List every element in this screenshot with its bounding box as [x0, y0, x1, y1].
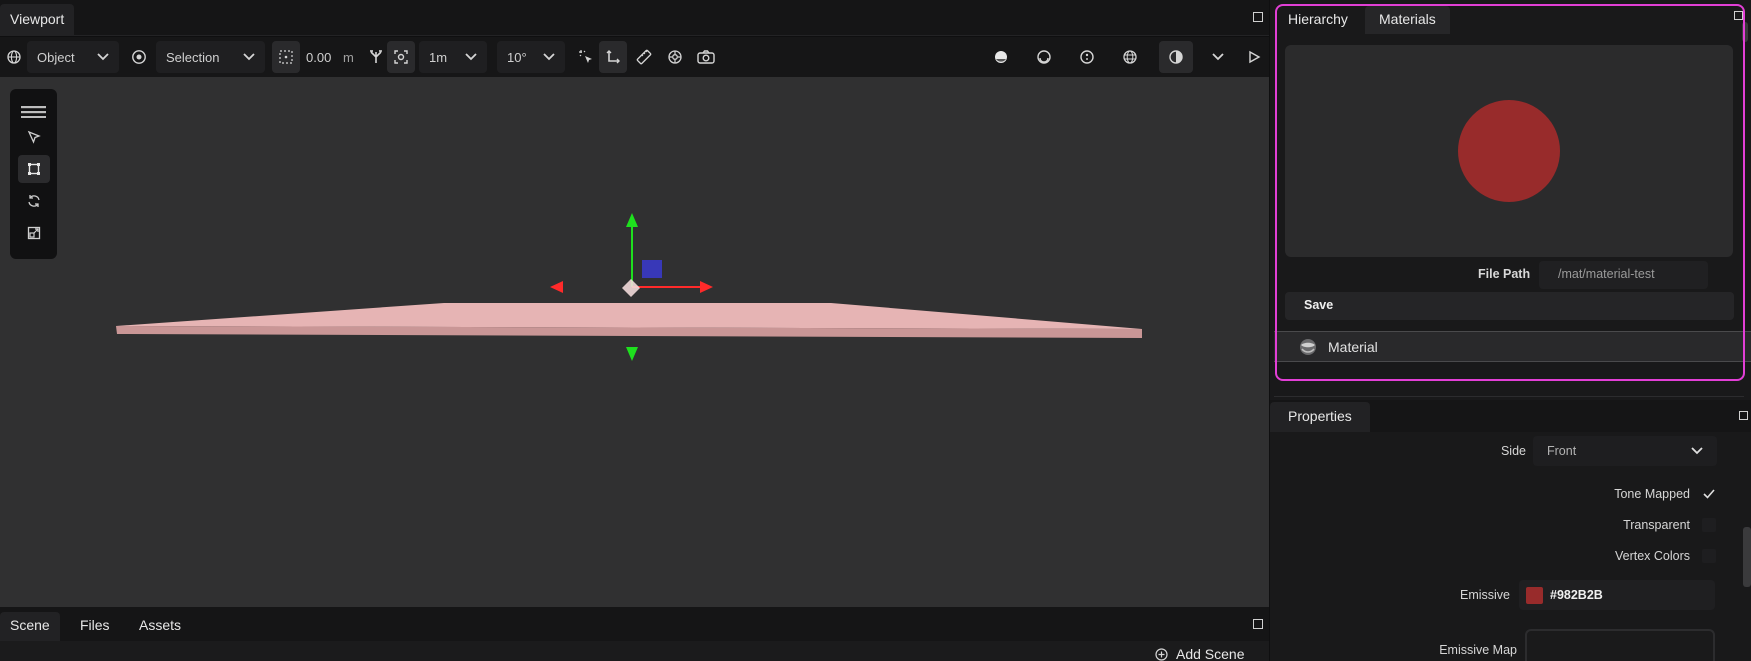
- pivot-mode-select[interactable]: Selection: [156, 41, 265, 73]
- file-path-input[interactable]: /mat/material-test: [1539, 261, 1708, 289]
- transform-space-select[interactable]: Object: [27, 41, 119, 73]
- plane-top: [116, 303, 1142, 329]
- emissive-map-label: Emissive Map: [1439, 643, 1517, 657]
- translation-snap-select[interactable]: 1m: [419, 41, 487, 73]
- viewport-tabbar: Viewport: [0, 0, 1269, 36]
- maximize-icon[interactable]: [1253, 12, 1263, 22]
- grid-unit: m: [343, 49, 354, 65]
- check-icon: [1703, 489, 1715, 499]
- material-item-label: Material: [1328, 338, 1378, 355]
- axes-icon[interactable]: [599, 41, 627, 73]
- transparent-checkbox[interactable]: [1702, 518, 1716, 532]
- material-sphere-icon: [1300, 338, 1316, 355]
- emissive-label: Emissive: [1459, 588, 1510, 602]
- scene-panel-body: [0, 641, 1269, 661]
- move-tool-icon[interactable]: [18, 155, 50, 183]
- tab-scene[interactable]: Scene: [0, 612, 60, 641]
- pivot-mode-value: Selection: [166, 49, 220, 65]
- add-scene-label: Add Scene: [1176, 646, 1245, 661]
- ruler-icon[interactable]: [630, 41, 658, 73]
- scrollbar[interactable]: [1743, 527, 1751, 587]
- side-value: Front: [1547, 444, 1577, 458]
- tone-mapped-checkbox[interactable]: [1702, 487, 1716, 501]
- maximize-icon[interactable]: [1253, 619, 1263, 629]
- shading-lit-icon[interactable]: [1073, 41, 1101, 73]
- tone-mapped-label: Tone Mapped: [1614, 487, 1690, 501]
- material-preview-sphere: [1458, 100, 1560, 202]
- viewport-toolbar: Object Selection 0.00 m 1m 10°: [0, 37, 1269, 77]
- emissive-swatch[interactable]: [1526, 586, 1543, 604]
- grid-value[interactable]: 0.00: [306, 41, 331, 73]
- transform-tools: [10, 89, 57, 259]
- tab-hierarchy[interactable]: Hierarchy: [1278, 6, 1358, 34]
- material-preview: [1285, 45, 1733, 257]
- drag-handle-icon[interactable]: [21, 105, 46, 123]
- gizmo-x-neg-arrow[interactable]: [550, 281, 563, 293]
- add-scene-button[interactable]: Add Scene: [1155, 646, 1245, 661]
- tab-materials[interactable]: Materials: [1365, 6, 1450, 34]
- emissive-map-slot[interactable]: [1525, 629, 1715, 661]
- side-label: Side: [1500, 444, 1526, 458]
- vertex-colors-checkbox[interactable]: [1702, 549, 1716, 563]
- chevron-down-icon[interactable]: [1204, 41, 1232, 73]
- select-sparkle-icon[interactable]: [572, 41, 600, 73]
- scene-canvas[interactable]: [0, 77, 1269, 607]
- wireframe-icon[interactable]: [1116, 41, 1144, 73]
- transparent-label: Transparent: [1623, 518, 1690, 532]
- emissive-value: #982B2B: [1550, 588, 1603, 602]
- gizmo-center[interactable]: [622, 279, 640, 297]
- chevron-down-icon: [543, 53, 555, 61]
- side-select[interactable]: Front: [1533, 436, 1717, 466]
- gizmo-plane-handle[interactable]: [642, 260, 662, 278]
- scrollbar[interactable]: [1742, 22, 1748, 42]
- gizmo-y-arrow[interactable]: [626, 213, 638, 227]
- chevron-down-icon: [243, 53, 255, 61]
- material-list-item[interactable]: Material: [1274, 331, 1751, 362]
- gizmo-y-neg-arrow[interactable]: [626, 347, 638, 361]
- file-path-label: File Path: [1478, 267, 1531, 281]
- translation-snap-value: 1m: [429, 49, 448, 65]
- rotation-snap-value: 10°: [507, 49, 527, 65]
- tab-properties[interactable]: Properties: [1270, 402, 1370, 432]
- focus-icon[interactable]: [387, 41, 415, 73]
- scene-render: [116, 213, 1142, 361]
- rotate-tool-icon[interactable]: [18, 187, 50, 215]
- plus-circle-icon: [1155, 647, 1168, 661]
- camera-target-icon[interactable]: [661, 41, 689, 73]
- editor-root: Viewport Object Selection 0.00 m 1m 10° …: [0, 0, 1751, 661]
- snap-magnet-icon[interactable]: [362, 41, 390, 73]
- rotation-snap-select[interactable]: 10°: [497, 41, 565, 73]
- bottom-tabbar: Scene Files Assets: [0, 607, 1269, 641]
- maximize-icon[interactable]: [1734, 11, 1743, 20]
- gizmo-x-arrow[interactable]: [700, 281, 713, 293]
- contrast-icon[interactable]: [1159, 41, 1193, 73]
- select-tool-icon[interactable]: [18, 123, 50, 151]
- emissive-color-field[interactable]: #982B2B: [1519, 580, 1715, 610]
- camera-icon[interactable]: [692, 41, 720, 73]
- save-button[interactable]: Save: [1285, 292, 1734, 320]
- shading-material-icon[interactable]: [1030, 41, 1058, 73]
- vertex-colors-label: Vertex Colors: [1614, 549, 1690, 563]
- tab-files[interactable]: Files: [70, 612, 120, 641]
- pivot-icon[interactable]: [125, 41, 153, 73]
- chevron-down-icon: [465, 53, 477, 61]
- tab-viewport[interactable]: Viewport: [0, 4, 75, 36]
- chevron-down-icon: [97, 53, 109, 61]
- properties-tabbar: Properties: [1270, 400, 1751, 432]
- globe-icon[interactable]: [0, 41, 28, 73]
- transform-space-value: Object: [37, 49, 75, 65]
- maximize-icon[interactable]: [1739, 411, 1748, 420]
- chevron-down-icon: [1691, 447, 1703, 455]
- play-icon[interactable]: [1240, 41, 1268, 73]
- scale-tool-icon[interactable]: [18, 219, 50, 247]
- grid-snap-icon[interactable]: [272, 41, 300, 73]
- shading-solid-icon[interactable]: [987, 41, 1015, 73]
- panel-divider: [1274, 396, 1744, 397]
- tab-assets[interactable]: Assets: [129, 612, 191, 641]
- properties-body: [1270, 432, 1751, 661]
